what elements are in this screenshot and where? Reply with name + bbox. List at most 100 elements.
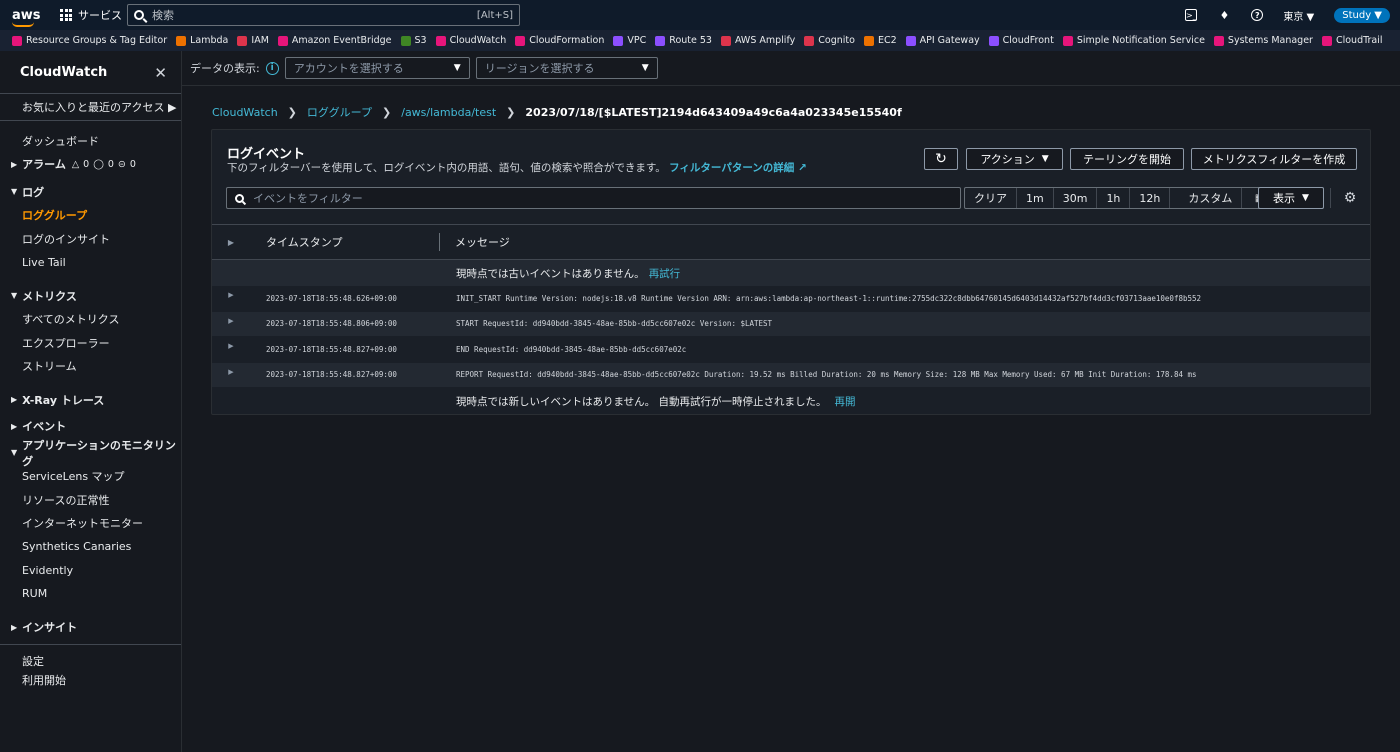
notification-bell-icon[interactable]: ♦ <box>1217 8 1231 22</box>
expand-row-icon[interactable]: ▶ <box>212 317 250 325</box>
table-row[interactable]: ▶ 2023-07-18T18:55:48.806+09:00 START Requ… <box>212 311 1370 337</box>
time-12h[interactable]: 12h <box>1130 188 1171 208</box>
sidebar-item-live-tail[interactable]: Live Tail <box>0 251 181 275</box>
region-select[interactable]: リージョンを選択する ▼ <box>475 57 658 79</box>
expand-row-icon[interactable]: ▶ <box>212 342 250 350</box>
sidebar-item-log-groups[interactable]: ロググループ <box>0 204 181 228</box>
favorite-item[interactable]: Resource Groups & Tag Editor <box>12 35 167 46</box>
sidebar-section-xray[interactable]: ▶ X-Ray トレース <box>0 388 181 412</box>
time-1m[interactable]: 1m <box>1017 188 1054 208</box>
info-icon[interactable]: i <box>265 61 279 75</box>
sidebar-item-logs-insights[interactable]: ログのインサイト <box>0 227 181 251</box>
table-row[interactable]: ▶ 2023-07-18T18:55:48.626+09:00 INIT_START… <box>212 286 1370 312</box>
insights-section-label: インサイト <box>22 621 78 635</box>
service-icon <box>1062 35 1073 46</box>
favorite-item[interactable]: API Gateway <box>905 35 980 46</box>
favorite-item[interactable]: CloudTrail <box>1321 35 1383 46</box>
favorite-item[interactable]: Systems Manager <box>1213 35 1313 46</box>
region-selector[interactable]: 東京 ▼ <box>1283 8 1314 23</box>
gear-icon[interactable]: ⚙ <box>1342 190 1358 206</box>
aws-logo[interactable]: aws <box>12 9 48 27</box>
filter-placeholder: イベントをフィルター <box>253 192 363 205</box>
sidebar-section-alarms[interactable]: ▶ アラーム △ 0 ◯ 0 ⊝ 0 <box>0 153 181 177</box>
breadcrumb-cloudwatch[interactable]: CloudWatch <box>212 106 278 119</box>
sidebar-item-rum[interactable]: RUM <box>0 582 181 606</box>
favorite-item-label: CloudFormation <box>529 35 605 46</box>
table-row[interactable]: ▶ 2023-07-18T18:55:48.827+09:00 END Reques… <box>212 337 1370 363</box>
column-header-timestamp[interactable]: タイムスタンプ <box>250 233 440 251</box>
favorite-item[interactable]: S3 <box>400 35 427 46</box>
time-clear[interactable]: クリア <box>965 188 1017 208</box>
caret-down-icon: ▼ <box>641 63 649 73</box>
sidebar-item-evidently[interactable]: Evidently <box>0 559 181 583</box>
sidebar-section-metrics[interactable]: ▼ メトリクス <box>0 284 181 308</box>
filter-pattern-link[interactable]: フィルターパターンの詳細 ↗ <box>669 162 807 174</box>
expand-all-icon[interactable]: ▶ <box>212 238 250 247</box>
sidebar-item-getting-started[interactable]: 利用開始 <box>0 670 181 689</box>
start-tailing-button[interactable]: テーリングを開始 <box>1070 148 1184 170</box>
sidebar-item-internet-monitor[interactable]: インターネットモニター <box>0 512 181 536</box>
chevron-right-icon: ❯ <box>382 105 392 119</box>
expand-row-icon[interactable]: ▶ <box>212 368 250 376</box>
close-icon[interactable]: ✕ <box>154 64 167 82</box>
breadcrumb-log-group[interactable]: /aws/lambda/test <box>401 106 496 119</box>
sidebar-item-dashboard[interactable]: ダッシュボード <box>0 129 181 153</box>
column-header-message[interactable]: メッセージ <box>440 234 510 250</box>
display-button[interactable]: 表示 ▼ <box>1258 187 1324 209</box>
caret-right-icon: ▶ <box>11 159 18 169</box>
sidebar-item-streams[interactable]: ストリーム <box>0 355 181 379</box>
sidebar-section-events[interactable]: ▶ イベント <box>0 415 181 439</box>
account-menu[interactable]: Study ▼ <box>1334 7 1390 23</box>
sidebar-favorites[interactable]: お気に入りと最近のアクセス ▶ <box>0 94 181 120</box>
sidebar-item-resource-health[interactable]: リソースの正常性 <box>0 488 181 512</box>
breadcrumb-log-groups[interactable]: ロググループ <box>307 104 372 120</box>
favorite-item-label: Simple Notification Service <box>1076 35 1205 46</box>
event-timestamp: 2023-07-18T18:55:48.827+09:00 <box>266 344 397 354</box>
alarm-section-label: アラーム <box>22 158 66 172</box>
favorite-item[interactable]: Route 53 <box>655 35 712 46</box>
sidebar-item-explorer[interactable]: エクスプローラー <box>0 331 181 355</box>
favorite-item[interactable]: EC2 <box>863 35 897 46</box>
time-1h[interactable]: 1h <box>1097 188 1131 208</box>
favorite-item[interactable]: CloudFront <box>988 35 1054 46</box>
favorite-item[interactable]: VPC <box>613 35 646 46</box>
resume-link[interactable]: 再開 <box>835 394 856 409</box>
services-menu-button[interactable]: サービス <box>60 7 122 23</box>
help-icon[interactable]: ? <box>1251 9 1264 21</box>
sidebar-title[interactable]: CloudWatch <box>20 65 107 80</box>
favorite-item[interactable]: Simple Notification Service <box>1062 35 1205 46</box>
favorite-item[interactable]: Cognito <box>804 35 855 46</box>
actions-button[interactable]: アクション ▼ <box>966 148 1063 170</box>
panel-description: 下のフィルターバーを使用して、ログイベント内の用語、語句、値の検索や照合ができま… <box>227 160 807 175</box>
sidebar-item-all-metrics[interactable]: すべてのメトリクス <box>0 308 181 332</box>
favorite-item[interactable]: IAM <box>237 35 269 46</box>
favorite-item[interactable]: Lambda <box>176 35 228 46</box>
ok-icon: ◯ <box>93 158 104 170</box>
table-row[interactable]: ▶ 2023-07-18T18:55:48.827+09:00 REPORT Req… <box>212 362 1370 388</box>
favorite-item[interactable]: CloudWatch <box>435 35 506 46</box>
sidebar-section-logs[interactable]: ▼ ログ <box>0 180 181 204</box>
event-message: REPORT RequestId: dd940bdd-3845-48ae-85b… <box>456 370 1197 380</box>
account-select[interactable]: アカウントを選択する ▼ <box>284 57 470 79</box>
sidebar-section-insights[interactable]: ▶ インサイト <box>0 616 181 640</box>
favorite-item[interactable]: AWS Amplify <box>720 35 795 46</box>
filter-pattern-link-label: フィルターパターンの詳細 <box>669 162 795 174</box>
expand-row-icon[interactable]: ▶ <box>212 291 250 299</box>
sidebar-item-settings[interactable]: 設定 <box>0 651 181 670</box>
favorite-item-label: CloudFront <box>1002 35 1054 46</box>
search-input[interactable]: 検索 [Alt+S] <box>127 4 520 26</box>
cloudshell-icon[interactable]: >_ <box>1185 9 1198 21</box>
chevron-right-icon: ❯ <box>506 105 516 119</box>
sidebar-item-synthetics[interactable]: Synthetics Canaries <box>0 535 181 559</box>
time-30m[interactable]: 30m <box>1054 188 1098 208</box>
log-events-table: ▶ タイムスタンプ メッセージ 現時点では古いイベントはありません。 再試行 ▶… <box>212 224 1370 414</box>
retry-link[interactable]: 再試行 <box>649 266 681 281</box>
create-metric-filter-button[interactable]: メトリクスフィルターを作成 <box>1191 148 1357 170</box>
event-filter-input[interactable]: イベントをフィルター <box>226 187 961 209</box>
sidebar-section-app-monitoring[interactable]: ▼ アプリケーションのモニタリング <box>0 439 181 468</box>
favorite-item[interactable]: Amazon EventBridge <box>277 35 392 46</box>
refresh-button[interactable]: ↻ <box>924 148 958 170</box>
favorite-item-label: Lambda <box>190 35 229 46</box>
service-icon <box>988 35 999 46</box>
favorite-item[interactable]: CloudFormation <box>515 35 604 46</box>
